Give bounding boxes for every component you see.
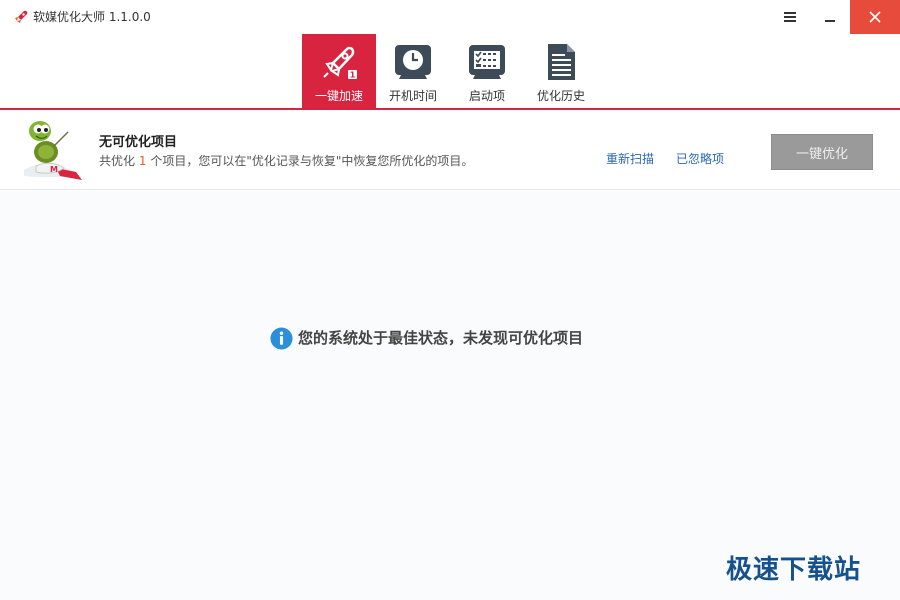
document-icon (548, 44, 575, 80)
title-bar: 软媒优化大师 1.1.0.0 (0, 0, 900, 34)
window-title: 软媒优化大师 1.1.0.0 (33, 10, 151, 24)
close-button[interactable] (850, 0, 900, 34)
minimize-icon (825, 20, 835, 22)
tab-optimize-history[interactable]: 优化历史 (524, 34, 598, 108)
ignored-items-link[interactable]: 已忽略项 (676, 151, 724, 167)
one-click-optimize-button[interactable]: 一键优化 (771, 134, 873, 170)
checklist-icon (469, 45, 505, 79)
main-toolbar: 1 一键加速 开机时间 启动项 优化历史 (0, 34, 900, 110)
status-band: M 无可优化项目 共优化 1 个项目，您可以在"优化记录与恢复"中恢复您所优化的… (0, 110, 900, 190)
minimize-button[interactable] (808, 0, 852, 34)
empty-state: 您的系统处于最佳状态，未发现可优化项目 (270, 326, 583, 350)
status-desc-prefix: 共优化 (99, 154, 136, 168)
rescan-link[interactable]: 重新扫描 (606, 151, 654, 167)
tab-boot-time[interactable]: 开机时间 (376, 34, 450, 108)
app-rocket-icon (15, 10, 28, 23)
tab-label: 优化历史 (536, 89, 585, 103)
optimized-count: 1 (138, 154, 147, 168)
rocket-badge: 1 (350, 71, 356, 80)
turtle-rocket-mascot: M (24, 121, 82, 180)
menu-button[interactable] (768, 0, 812, 34)
empty-state-message: 您的系统处于最佳状态，未发现可优化项目 (298, 329, 584, 347)
status-description: 共优化 1 个项目，您可以在"优化记录与恢复"中恢复您所优化的项目。 (99, 153, 473, 169)
tab-label: 开机时间 (388, 89, 437, 103)
close-icon (869, 11, 881, 23)
tab-startup-items[interactable]: 启动项 (450, 34, 524, 108)
watermark: 极速下载站 (726, 555, 862, 585)
status-desc-suffix: 个项目，您可以在"优化记录与恢复"中恢复您所优化的项目。 (150, 154, 474, 168)
mascot-badge: M (50, 165, 58, 174)
tab-label: 一键加速 (314, 89, 363, 103)
tab-label: 启动项 (468, 89, 505, 103)
tab-one-click-speedup[interactable]: 1 一键加速 (302, 34, 376, 108)
info-icon (270, 326, 293, 350)
clock-icon (395, 45, 431, 79)
status-title: 无可优化项目 (99, 135, 178, 150)
rocket-icon: 1 (323, 46, 357, 80)
menu-icon (784, 12, 796, 22)
